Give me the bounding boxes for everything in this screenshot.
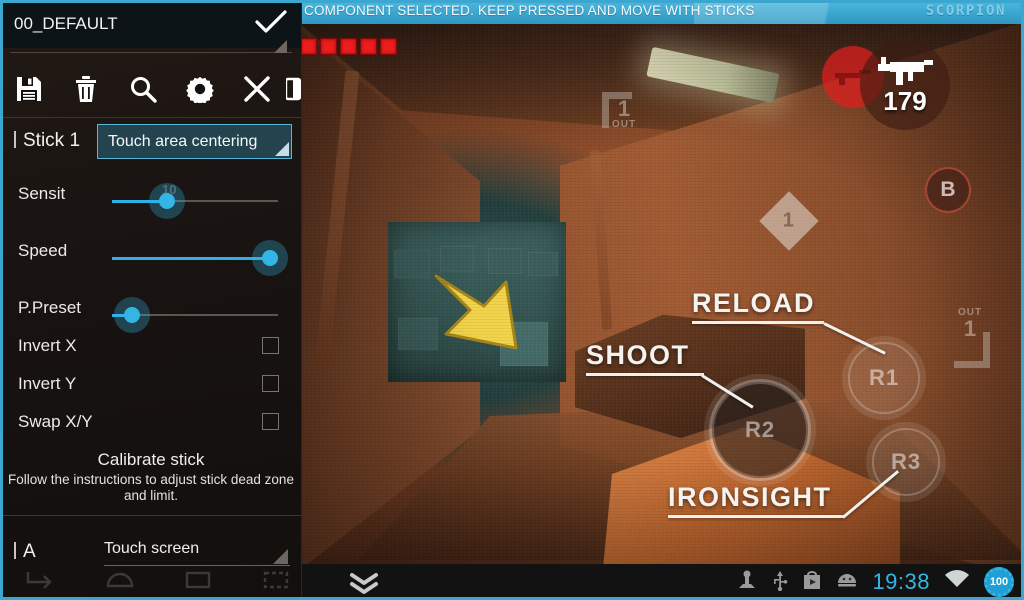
caret-icon[interactable] xyxy=(273,549,288,564)
stick-label: Stick 1 xyxy=(23,130,81,151)
battery-indicator: 100 xyxy=(984,567,1014,597)
profile-name[interactable]: 00_DEFAULT xyxy=(14,14,254,34)
play-store-icon[interactable] xyxy=(802,569,822,596)
stick-label-row: Stick 1 xyxy=(0,130,80,152)
callout-reload: RELOAD xyxy=(692,288,824,324)
android-status-bar: 19:38 100 xyxy=(300,564,1024,600)
callout-ironsight: IRONSIGHT xyxy=(668,482,844,518)
bottom-mapping-value[interactable]: Touch screen xyxy=(104,540,290,558)
exit-marker-right: OUT 1 xyxy=(958,308,982,340)
callout-reload-label: RELOAD xyxy=(692,288,815,318)
hud-button-b[interactable]: B xyxy=(925,167,971,213)
life-pip xyxy=(340,38,357,55)
mapping-sidebar: 00_DEFAULT Stick 1 Touch area centering … xyxy=(0,0,302,600)
exit-number: 1 xyxy=(617,96,631,121)
nav-rotate-icon[interactable] xyxy=(256,566,296,597)
speed-slider-knob[interactable] xyxy=(262,250,278,266)
callout-ironsight-label: IRONSIGHT xyxy=(668,482,832,512)
nav-back-icon[interactable] xyxy=(22,566,62,597)
exit-marker-left: 1 OUT xyxy=(612,98,636,130)
calibrate-stick-title[interactable]: Calibrate stick xyxy=(0,450,301,470)
collapse-panel-button[interactable] xyxy=(348,571,380,600)
objective-marker-number: 1 xyxy=(783,209,795,232)
life-pip xyxy=(320,38,337,55)
status-icons: 19:38 100 xyxy=(736,564,1014,600)
toolbar-divider xyxy=(0,117,301,118)
close-icon xyxy=(244,76,271,102)
close-button[interactable] xyxy=(229,62,286,116)
mapped-button-r2-label: R2 xyxy=(744,417,776,442)
search-icon xyxy=(131,77,157,103)
mapped-button-r2[interactable]: R2 xyxy=(704,374,816,486)
nav-home-icon[interactable] xyxy=(100,566,140,597)
swap-xy-label: Swap X/Y xyxy=(18,412,93,431)
life-bar xyxy=(300,38,397,55)
profile-underline xyxy=(10,52,292,53)
callout-shoot: SHOOT xyxy=(586,340,704,376)
stick-mode-dropdown[interactable]: Touch area centering xyxy=(97,124,292,159)
profile-bar[interactable]: 00_DEFAULT xyxy=(0,0,301,48)
bottom-button-label-row: A xyxy=(0,541,36,563)
caret-icon xyxy=(275,142,289,156)
sensit-slider-knob[interactable] xyxy=(159,193,175,209)
instruction-banner: COMPONENT SELECTED. KEEP PRESSED AND MOV… xyxy=(300,0,1024,24)
save-button[interactable] xyxy=(0,62,57,116)
check-icon[interactable] xyxy=(254,9,288,39)
callout-shoot-label: SHOOT xyxy=(586,340,690,370)
banner-message: COMPONENT SELECTED. KEEP PRESSED AND MOV… xyxy=(304,3,755,18)
sidebar-toolbar xyxy=(0,62,301,116)
exit-number: 1 xyxy=(963,316,977,341)
gamepad-icon[interactable] xyxy=(736,569,758,596)
ppreset-label: P.Preset xyxy=(18,298,82,317)
nav-recents-icon[interactable] xyxy=(178,566,218,597)
button-indicator-bar xyxy=(14,542,16,559)
ammo-hud: 179 xyxy=(860,40,950,130)
delete-icon xyxy=(75,76,96,102)
invert-x-checkbox[interactable] xyxy=(262,337,279,354)
settings-icon xyxy=(186,76,214,103)
life-pip xyxy=(380,38,397,55)
speed-slider-fill xyxy=(112,257,270,260)
save-icon xyxy=(16,77,41,101)
ppreset-slider-knob[interactable] xyxy=(124,307,140,323)
smg-icon xyxy=(878,56,933,85)
status-clock: 19:38 xyxy=(872,569,930,594)
invert-x-label: Invert X xyxy=(18,336,77,355)
life-pip xyxy=(360,38,377,55)
double-chevron-down-icon xyxy=(350,573,378,594)
swap-xy-checkbox[interactable] xyxy=(262,413,279,430)
more-icon xyxy=(286,77,301,101)
navigation-arrow-icon xyxy=(430,262,540,358)
caret-icon[interactable] xyxy=(274,40,287,53)
delete-button[interactable] xyxy=(57,62,114,116)
sensit-label: Sensit xyxy=(18,184,66,203)
bottom-button-label: A xyxy=(23,541,36,562)
calibrate-stick-description: Follow the instructions to adjust stick … xyxy=(8,472,294,503)
usb-icon[interactable] xyxy=(771,569,789,596)
speed-label: Speed xyxy=(18,241,68,260)
ammo-count: 179 xyxy=(883,85,927,116)
stick-indicator-bar xyxy=(14,131,16,148)
stick-mode-value: Touch area centering xyxy=(108,132,258,150)
calibrate-divider xyxy=(0,515,301,516)
battery-level: 100 xyxy=(989,576,1009,588)
invert-y-label: Invert Y xyxy=(18,374,77,393)
invert-y-checkbox[interactable] xyxy=(262,375,279,392)
wifi-icon[interactable] xyxy=(943,569,971,596)
search-button[interactable] xyxy=(114,62,171,116)
app-root: COMPONENT SELECTED. KEEP PRESSED AND MOV… xyxy=(0,0,1024,600)
game-brand-label: SCORPION xyxy=(925,3,1006,19)
exit-label: OUT xyxy=(612,119,637,130)
settings-button[interactable] xyxy=(172,62,229,116)
android-robot-icon[interactable] xyxy=(835,571,859,594)
more-button[interactable] xyxy=(286,62,301,116)
life-pip xyxy=(300,38,317,55)
